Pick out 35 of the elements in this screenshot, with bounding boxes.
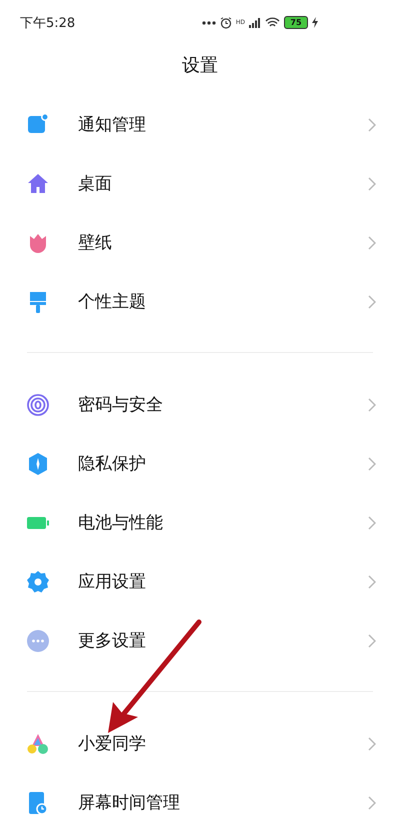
settings-item[interactable]: 屏幕时间管理 — [78, 791, 368, 814]
settings-item[interactable]: 小爱同学 — [78, 732, 368, 755]
wifi-icon — [265, 17, 280, 28]
dots-icon — [202, 20, 216, 24]
chevron-icon — [368, 516, 376, 530]
more-icon — [26, 628, 50, 652]
settings-item[interactable]: 更多设置 — [78, 629, 368, 652]
settings-item[interactable]: 壁纸 — [78, 231, 368, 254]
fingerprint-icon — [26, 392, 50, 416]
assistant-icon — [26, 732, 50, 756]
settings-item[interactable]: 桌面 — [78, 172, 368, 195]
chevron-icon — [368, 236, 376, 250]
alarm-icon — [220, 16, 232, 28]
settings-item[interactable]: 密码与安全 — [78, 393, 368, 416]
chevron-icon — [368, 736, 376, 750]
settings-item[interactable]: 电池与性能 — [78, 511, 368, 534]
gear-icon — [26, 570, 50, 594]
chevron-icon — [368, 118, 376, 132]
settings-item[interactable]: 个性主题 — [78, 290, 368, 313]
chevron-icon — [368, 634, 376, 648]
chevron-icon — [368, 574, 376, 588]
chevron-icon — [368, 398, 376, 412]
settings-item[interactable]: 通知管理 — [78, 113, 368, 136]
page-title: 设置 — [181, 54, 219, 78]
battery-indicator: 75 — [284, 16, 308, 29]
status-time: 下午5:28 — [20, 14, 76, 32]
shield-icon — [26, 452, 50, 476]
settings-item[interactable]: 应用设置 — [78, 570, 368, 593]
chevron-icon — [368, 294, 376, 308]
house-icon — [26, 172, 50, 196]
chevron-icon — [368, 456, 376, 470]
signal-icon — [249, 18, 261, 28]
settings-item[interactable]: 隐私保护 — [78, 452, 368, 475]
chevron-icon — [368, 176, 376, 190]
chevron-icon — [368, 796, 376, 810]
